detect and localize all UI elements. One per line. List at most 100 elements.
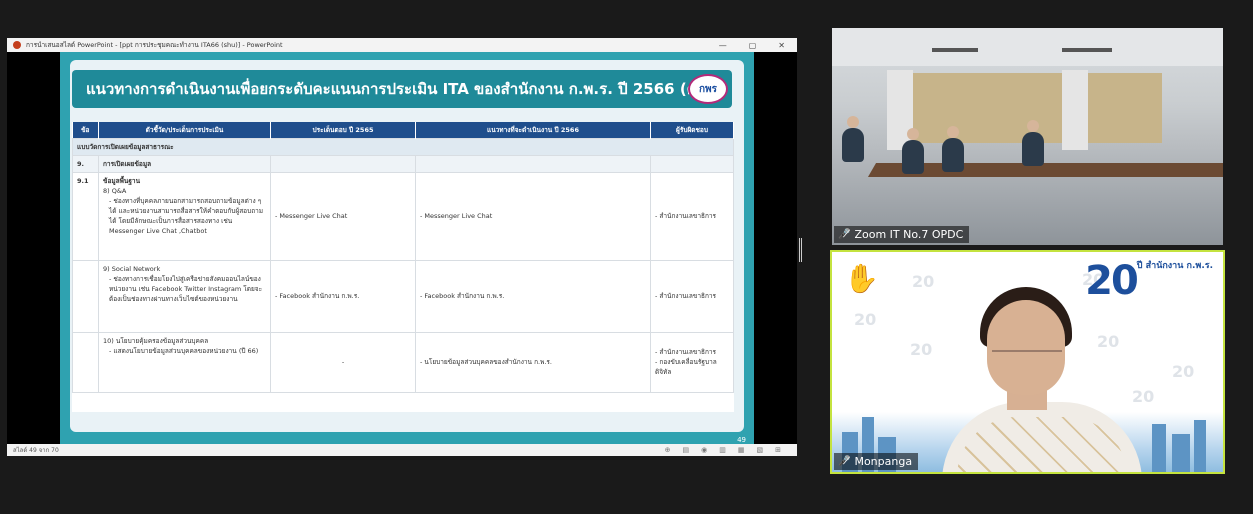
video-tile-speaker[interactable]: 20 20 20 20 20 20 20 20 ✋ 20ปี สำนักงาน … xyxy=(830,250,1225,474)
cell-owner: - สำนักงานเลขาธิการ - กองขับเคลื่อนรัฐบา… xyxy=(650,331,734,393)
curtain xyxy=(1062,70,1088,150)
participant-head xyxy=(1027,120,1039,132)
presenter-glasses xyxy=(992,350,1062,360)
participant-name-label: 🎤̸ Monpanga xyxy=(834,453,919,470)
zoom-meeting-window: การนำเสนอสไลด์ PowerPoint - [ppt การประช… xyxy=(0,0,1253,514)
logo-20-caption: ปี สำนักงาน ก.พ.ร. xyxy=(1136,261,1213,271)
zoom-icon[interactable]: ⊕ xyxy=(665,446,671,454)
empty-cell xyxy=(415,154,651,173)
raise-hand-icon: ✋ xyxy=(844,262,879,295)
empty-cell xyxy=(650,154,734,173)
participant-person xyxy=(942,138,964,172)
indicator-cell: 10) นโยบายคุ้มครองข้อมูลส่วนบุคคล - แสดง… xyxy=(98,331,271,393)
building xyxy=(1172,434,1190,472)
slideshow-icon[interactable]: ⊞ xyxy=(775,446,781,454)
indicator-item: 10) นโยบายคุ้มครองข้อมูลส่วนบุคคล xyxy=(103,336,209,345)
watermark-20: 20 xyxy=(1097,332,1120,351)
cell-2566: - Messenger Live Chat xyxy=(415,171,651,261)
slide-counter: สไลด์ 49 จาก 70 xyxy=(13,447,59,454)
ceiling-light xyxy=(1062,48,1112,52)
header-2566: แนวทางที่จะดำเนินงาน ปี 2566 xyxy=(415,122,651,138)
building xyxy=(1152,424,1166,472)
header-no: ข้อ xyxy=(72,122,99,138)
split-resize-handle[interactable] xyxy=(799,238,802,262)
window-controls: — ▢ ✕ xyxy=(719,41,791,50)
minimize-button[interactable]: — xyxy=(719,41,727,50)
table-row: 9.1 ข้อมูลพื้นฐาน 8) Q&A - ช่องทางที่บุค… xyxy=(72,171,734,261)
notes-icon[interactable]: ▤ xyxy=(683,446,690,454)
cell-2565: - xyxy=(270,331,416,393)
watermark-20: 20 xyxy=(854,310,877,329)
room-ceiling xyxy=(832,28,1223,66)
record-icon[interactable]: ◉ xyxy=(701,446,707,454)
restore-button[interactable]: ▢ xyxy=(749,41,757,50)
video-tile-room[interactable]: 🎤̸ Zoom IT No.7 OPDC xyxy=(832,28,1223,245)
indicator-detail: - ช่องทางการเชื่อมโยงไปสู่เครือข่ายสังคม… xyxy=(109,274,263,303)
watermark-20: 20 xyxy=(912,272,935,291)
powerpoint-icon xyxy=(13,41,21,49)
normal-view-icon[interactable]: ▥ xyxy=(719,446,726,454)
mic-muted-icon: 🎤̸ xyxy=(838,456,851,467)
cell-2566: - Facebook สำนักงาน ก.พ.ร. xyxy=(415,259,651,333)
mic-muted-icon: 🎤̸ xyxy=(838,229,851,240)
header-indicator: ตัวชี้วัด/ประเด็นการประเมิน xyxy=(98,122,271,138)
empty-cell xyxy=(270,154,416,173)
indicator-detail: - ช่องทางที่บุคคลภายนอกสามารถสอบถามข้อมู… xyxy=(109,196,264,235)
ppt-window-title: การนำเสนอสไลด์ PowerPoint - [ppt การประช… xyxy=(26,41,283,49)
logo-20-number: 20 xyxy=(1085,258,1139,304)
indicator-detail: - แสดงนโยบายข้อมูลส่วนบุคคลของหน่วยงาน (… xyxy=(109,346,259,355)
slide-stage: แนวทางการดำเนินงานเพื่อยกระดับคะแนนการปร… xyxy=(7,52,797,444)
empty-cell xyxy=(72,259,99,333)
cell-2566: - นโยบายข้อมูลส่วนบุคคลของสำนักงาน ก.พ.ร… xyxy=(415,331,651,393)
slide-page-number: 49 xyxy=(737,436,746,444)
reading-view-icon[interactable]: ▧ xyxy=(757,446,764,454)
building xyxy=(1194,420,1206,472)
row-no: 9.1 xyxy=(72,171,99,261)
indicator-title: ข้อมูลพื้นฐาน xyxy=(103,176,141,185)
subsection-title: การเปิดเผยข้อมูล xyxy=(98,154,271,173)
watermark-20: 20 xyxy=(1172,362,1195,381)
opdc-logo: กพร xyxy=(688,74,728,104)
participant-head xyxy=(847,116,859,128)
ita-table: ข้อ ตัวชี้วัด/ประเด็นการประเมิน ประเด็นต… xyxy=(72,122,734,412)
owner-2: - กองขับเคลื่อนรัฐบาลดิจิทัล xyxy=(655,358,717,377)
ceiling-light xyxy=(932,48,978,52)
ppt-titlebar: การนำเสนอสไลด์ PowerPoint - [ppt การประช… xyxy=(7,38,797,52)
header-owner: ผู้รับผิดชอบ xyxy=(650,122,734,138)
slide-header: แนวทางการดำเนินงานเพื่อยกระดับคะแนนการปร… xyxy=(72,70,732,108)
opdc-20-years-logo: 20ปี สำนักงาน ก.พ.ร. xyxy=(1085,258,1213,304)
owner-1: - สำนักงานเลขาธิการ xyxy=(655,348,717,357)
participant-name: Zoom IT No.7 OPDC xyxy=(854,228,964,241)
indicator-item: 9) Social Network xyxy=(103,264,161,273)
presenter-face xyxy=(987,300,1065,395)
table-row: 10) นโยบายคุ้มครองข้อมูลส่วนบุคคล - แสดง… xyxy=(72,331,734,393)
table-header-row: ข้อ ตัวชี้วัด/ประเด็นการประเมิน ประเด็นต… xyxy=(72,122,734,138)
subsection-no: 9. xyxy=(72,154,99,173)
slide-title: แนวทางการดำเนินงานเพื่อยกระดับคะแนนการปร… xyxy=(86,80,713,98)
cell-owner: - สำนักงานเลขาธิการ xyxy=(650,171,734,261)
table-row: 9) Social Network - ช่องทางการเชื่อมโยงไ… xyxy=(72,259,734,333)
indicator-cell: ข้อมูลพื้นฐาน 8) Q&A - ช่องทางที่บุคคลภา… xyxy=(98,171,271,261)
subsection-row: 9. การเปิดเผยข้อมูล xyxy=(72,154,734,173)
close-button[interactable]: ✕ xyxy=(778,41,785,50)
slide: แนวทางการดำเนินงานเพื่อยกระดับคะแนนการปร… xyxy=(60,52,754,444)
ppt-statusbar: สไลด์ 49 จาก 70 ⊕ ▤ ◉ ▥ ▦ ▧ ⊞ xyxy=(7,444,797,456)
section-title: แบบวัดการเปิดเผยข้อมูลสาธารณะ xyxy=(72,137,734,156)
participant-name: Monpanga xyxy=(854,455,913,468)
watermark-20: 20 xyxy=(910,340,933,359)
indicator-item: 8) Q&A xyxy=(103,186,127,195)
cell-2565: - Facebook สำนักงาน ก.พ.ร. xyxy=(270,259,416,333)
shared-screen: การนำเสนอสไลด์ PowerPoint - [ppt การประช… xyxy=(7,38,797,456)
cell-2565: - Messenger Live Chat xyxy=(270,171,416,261)
sorter-view-icon[interactable]: ▦ xyxy=(738,446,745,454)
watermark-20: 20 xyxy=(1132,387,1155,406)
section-row: แบบวัดการเปิดเผยข้อมูลสาธารณะ xyxy=(72,137,734,156)
view-controls: ⊕ ▤ ◉ ▥ ▦ ▧ ⊞ xyxy=(665,446,791,454)
participant-person xyxy=(842,128,864,162)
participant-head xyxy=(907,128,919,140)
participant-person xyxy=(1022,132,1044,166)
empty-cell xyxy=(72,331,99,393)
header-2565: ประเด็นตอบ ปี 2565 xyxy=(270,122,416,138)
indicator-cell: 9) Social Network - ช่องทางการเชื่อมโยงไ… xyxy=(98,259,271,333)
participant-person xyxy=(902,140,924,174)
